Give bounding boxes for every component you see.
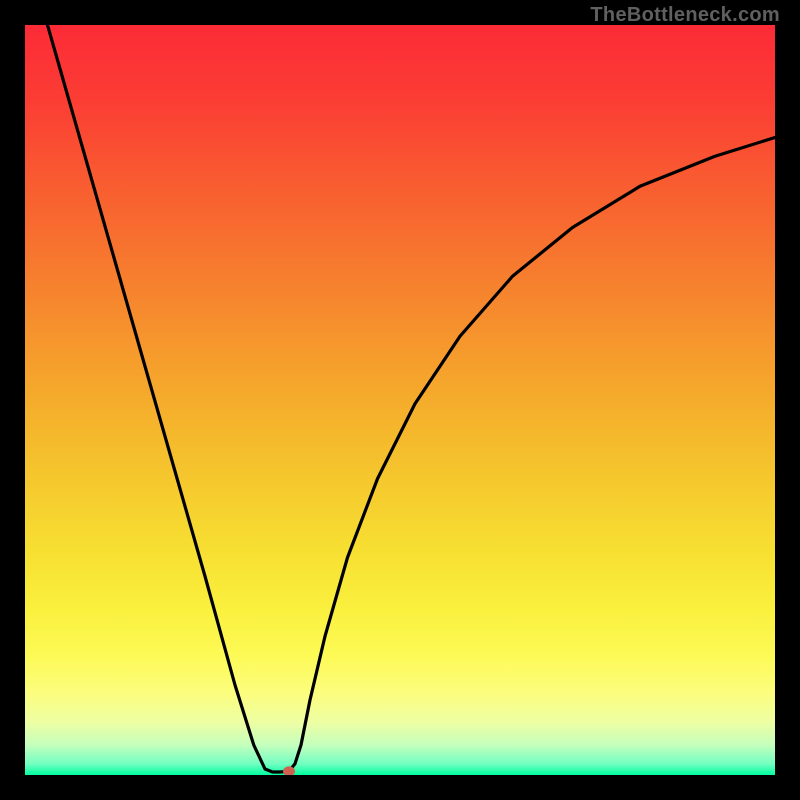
bottleneck-chart [25,25,775,775]
chart-container [25,25,775,775]
gradient-background [25,25,775,775]
watermark-text: TheBottleneck.com [590,4,780,27]
